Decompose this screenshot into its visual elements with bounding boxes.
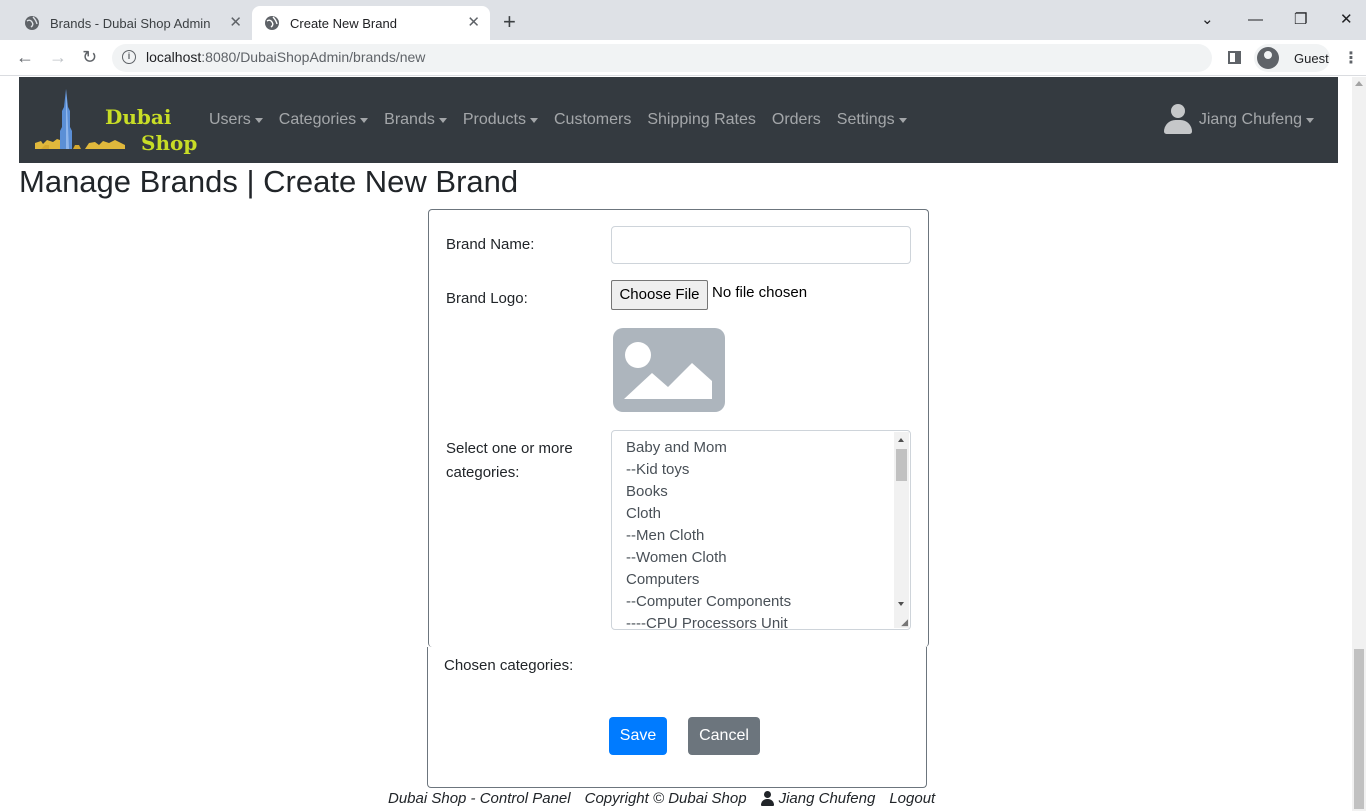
logo[interactable]: Dubai Shop	[33, 87, 197, 155]
scroll-up-icon[interactable]	[898, 438, 904, 442]
category-option[interactable]: --Men Cloth	[626, 525, 791, 547]
page-scroll-thumb[interactable]	[1354, 649, 1364, 809]
brand-logo-label: Brand Logo:	[446, 290, 528, 307]
file-status: No file chosen	[712, 284, 808, 301]
nav-categories[interactable]: Categories	[279, 111, 369, 129]
forward-icon[interactable]: →	[49, 46, 67, 68]
nav-shipping-rates[interactable]: Shipping Rates	[647, 111, 756, 129]
page: Dubai Shop Users Categories Brands Produ…	[0, 77, 1352, 811]
image-placeholder-icon	[612, 327, 726, 413]
profile-label: Guest	[1294, 50, 1329, 66]
caret-down-icon	[254, 117, 263, 123]
nav-menu: Users Categories Brands Products Custome…	[209, 77, 923, 163]
footer-user: Jiang Chufeng	[760, 790, 875, 807]
avatar-icon	[1257, 47, 1279, 69]
close-tab-icon[interactable]: ✕	[467, 15, 480, 31]
caret-down-icon	[438, 117, 447, 123]
address-bar[interactable]: i localhost:8080/DubaiShopAdmin/brands/n…	[112, 44, 1212, 72]
globe-icon	[25, 16, 39, 30]
side-panel-icon[interactable]	[1228, 51, 1241, 64]
tab-title: Create New Brand	[290, 15, 397, 31]
category-option[interactable]: --Computer Components	[626, 591, 791, 613]
new-tab-icon[interactable]: +	[503, 10, 516, 34]
scroll-up-icon[interactable]	[1355, 81, 1363, 86]
caret-down-icon	[530, 117, 538, 123]
category-option[interactable]: Baby and Mom	[626, 437, 791, 459]
browser-tab-strip: Brands - Dubai Shop Admin ✕ Create New B…	[0, 0, 1366, 40]
globe-icon	[265, 16, 279, 30]
back-icon[interactable]: ←	[16, 46, 34, 68]
user-icon	[760, 791, 774, 806]
logout-link[interactable]: Logout	[889, 790, 935, 807]
categories-label: Select one or more categories:	[446, 440, 573, 481]
tab-title: Brands - Dubai Shop Admin	[50, 15, 211, 31]
footer: Dubai Shop - Control Panel Copyright © D…	[388, 790, 935, 807]
page-title: Manage Brands | Create New Brand	[19, 164, 519, 199]
menu-icon[interactable]: ⋮	[1343, 48, 1359, 68]
brand-name-input[interactable]	[611, 226, 911, 264]
close-window-icon[interactable]: ✕	[1340, 10, 1353, 30]
nav-users[interactable]: Users	[209, 111, 263, 129]
browser-tab-create-brand[interactable]: Create New Brand ✕	[252, 6, 490, 40]
reload-icon[interactable]: ↻	[82, 46, 97, 68]
nav-settings[interactable]: Settings	[837, 111, 907, 129]
tab-search-icon[interactable]: ⌄	[1201, 10, 1214, 30]
caret-down-icon	[898, 117, 907, 123]
scroll-down-icon[interactable]	[898, 602, 904, 606]
brand-name-label: Brand Name:	[446, 236, 535, 253]
close-tab-icon[interactable]: ✕	[229, 15, 242, 31]
admin-navbar: Dubai Shop Users Categories Brands Produ…	[19, 77, 1338, 163]
chosen-categories-label: Chosen categories:	[444, 657, 574, 674]
caret-down-icon	[360, 117, 369, 123]
category-option[interactable]: Cloth	[626, 503, 791, 525]
user-menu[interactable]: Jiang Chufeng	[1163, 77, 1314, 163]
profile-button[interactable]: Guest	[1254, 44, 1330, 72]
minimize-icon[interactable]: —	[1248, 10, 1263, 30]
restore-icon[interactable]: ❐	[1294, 10, 1307, 30]
footer-app-name: Dubai Shop - Control Panel	[388, 790, 571, 807]
listbox-scrollbar[interactable]	[894, 432, 909, 628]
site-info-icon[interactable]: i	[122, 50, 136, 64]
nav-customers[interactable]: Customers	[554, 111, 631, 129]
browser-tab-brands[interactable]: Brands - Dubai Shop Admin ✕	[16, 6, 252, 40]
logo-text-dubai: Dubai	[105, 105, 172, 129]
categories-select[interactable]: Baby and Mom --Kid toys Books Cloth --Me…	[611, 430, 911, 630]
scroll-thumb[interactable]	[896, 449, 907, 481]
resize-grip-icon[interactable]: ◢	[901, 618, 908, 627]
nav-orders[interactable]: Orders	[772, 111, 821, 129]
user-icon	[1163, 104, 1193, 136]
category-option[interactable]: Books	[626, 481, 791, 503]
category-option[interactable]: --Women Cloth	[626, 547, 791, 569]
category-option[interactable]: ----CPU Processors Unit	[626, 613, 791, 629]
choose-file-button[interactable]: Choose File	[611, 280, 708, 310]
url-text: localhost:8080/DubaiShopAdmin/brands/new	[146, 49, 426, 65]
user-name: Jiang Chufeng	[1198, 111, 1302, 128]
category-option[interactable]: Computers	[626, 569, 791, 591]
nav-brands[interactable]: Brands	[384, 111, 447, 129]
logo-text-shop: Shop	[141, 131, 198, 155]
browser-toolbar: ← → ↻ i localhost:8080/DubaiShopAdmin/br…	[0, 40, 1366, 76]
category-option[interactable]: --Kid toys	[626, 459, 791, 481]
footer-copyright: Copyright © Dubai Shop	[584, 790, 747, 807]
caret-down-icon	[1306, 117, 1314, 123]
nav-products[interactable]: Products	[463, 111, 538, 129]
save-button[interactable]: Save	[609, 717, 667, 755]
cancel-button[interactable]: Cancel	[688, 717, 760, 755]
page-scrollbar[interactable]	[1352, 77, 1366, 811]
